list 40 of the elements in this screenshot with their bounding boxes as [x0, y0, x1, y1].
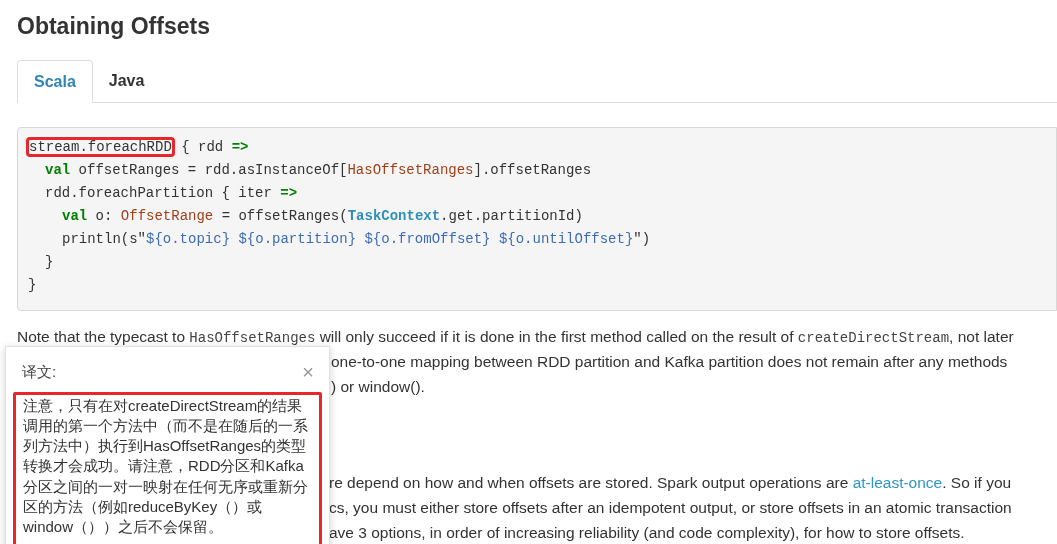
code-token: } — [45, 254, 54, 270]
paragraph-text: one-to-one mapping between RDD partition and Kafka partition does not remain after any methods — [331, 353, 1008, 370]
code-token: => — [280, 185, 298, 201]
paragraph-text: will only succeed if it is done in the first method called on the result of — [318, 328, 795, 345]
paragraph-text: re depend on how and when offsets are stored. Spark output operations are — [329, 474, 850, 491]
paragraph-text: . So if you — [942, 474, 1012, 491]
translation-text: 注意，只有在对createDirectStream的结果调用的第一个方法中（而不是在随后的一系列方法中）执行到HasOffsetRanges的类型转换才会成功。请注意，RDD分区和Kafka分区之间的一对一映射在任何无序或重新分区的方法（例如reduceByKey（）或window（））之后不会保留。 — [23, 395, 309, 538]
code-token: ${o.untilOffset} — [497, 231, 634, 247]
paragraph-text: ave 3 options, in order of increasing reliability (and code complexity), for how to store offsets. — [329, 524, 965, 541]
code-token: HasOffsetRanges — [347, 162, 474, 178]
code-token: => — [231, 139, 249, 155]
code-token: ${o.fromOffset} — [363, 231, 491, 247]
code-token: val — [45, 162, 71, 178]
inline-code: HasOffsetRanges — [189, 330, 316, 346]
code-token: ].offsetRanges — [473, 162, 592, 178]
paragraph-text: ) or window(). — [331, 378, 425, 395]
tab[interactable]: Java — [92, 60, 161, 102]
paragraph-text: Note that the typecast to — [17, 328, 187, 345]
close-button[interactable]: × — [302, 362, 314, 383]
code-token: ${o.partition} — [237, 231, 357, 247]
code-token: ${o.topic} — [146, 231, 231, 247]
code-token: println(s" — [62, 231, 146, 247]
code-token: o: — [94, 208, 114, 224]
code-token: } — [28, 277, 37, 293]
code-token: .get.partitionId) — [440, 208, 583, 224]
tab[interactable]: Scala — [17, 60, 93, 103]
at-least-once-link[interactable]: at-least-once — [852, 474, 943, 491]
code-token: offsetRanges = rdd.asInstanceOf[ — [77, 162, 348, 178]
popup-title: 译文: — [22, 362, 57, 382]
code-token: val — [62, 208, 88, 224]
paragraph-text: , not later — [949, 328, 1014, 345]
code-token: { rdd — [180, 139, 225, 155]
highlighted-code: stream.foreachRDD — [28, 139, 173, 155]
code-token: TaskContext — [347, 208, 441, 224]
paragraph-text: cs, you must either store offsets after an idempotent output, or store offsets in an atomic transaction — [329, 499, 1012, 516]
code-token: ") — [633, 231, 651, 247]
code-token: OffsetRange — [120, 208, 214, 224]
code-token: = offsetRanges( — [220, 208, 348, 224]
code-token: rdd.foreachPartition { iter — [45, 185, 273, 201]
page-heading: Obtaining Offsets — [17, 12, 211, 41]
